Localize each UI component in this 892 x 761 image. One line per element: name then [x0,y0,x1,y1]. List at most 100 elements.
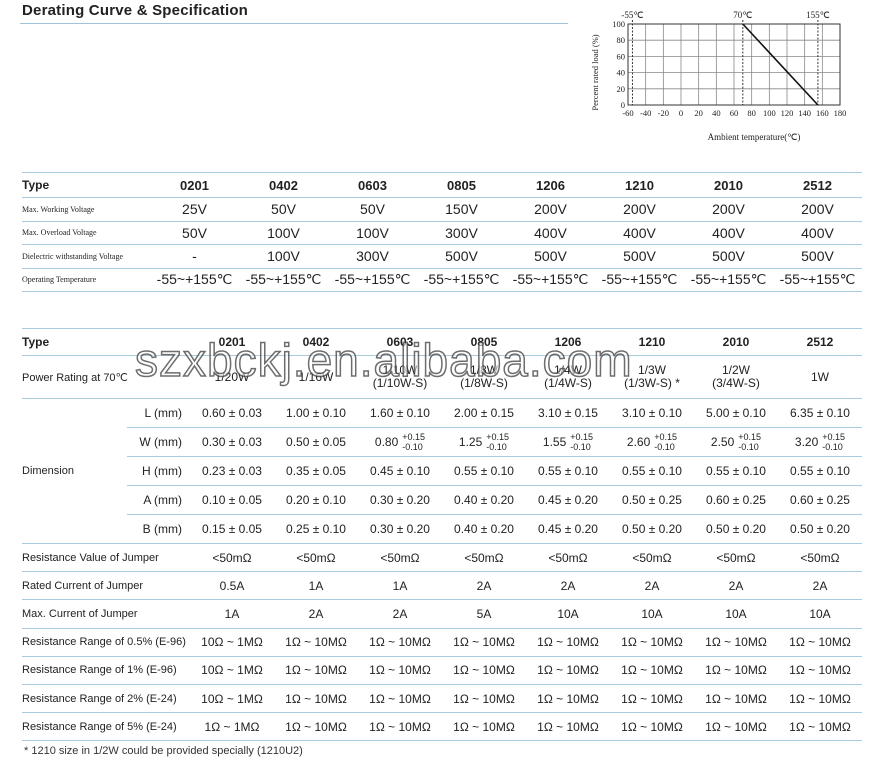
dimension-cell: 0.30 ± 0.03 [190,427,274,457]
spec-cell: 25V [150,197,239,222]
tolerance-base: 2.60 [626,435,651,449]
spec-cell: -55~+155℃ [150,268,239,292]
spec-cell: 400V [506,221,595,245]
dimension-sub-label: W (mm) [127,427,190,457]
x-tick-label: 120 [781,108,794,118]
dimension-cell: 0.50 ± 0.20 [778,514,862,544]
detail-cell: 1Ω ~ 10MΩ [526,684,610,714]
spec-cell: 400V [595,221,684,245]
spec-cell: -55~+155℃ [506,268,595,292]
detail-cell: 10A [694,599,778,629]
tolerance-plus: +0.15 [822,432,846,442]
tolerance-base: 0.30 ± 0.03 [202,435,262,449]
power-rating-main: 1/20W [214,370,250,384]
detail-size-header: 0201 [190,328,274,356]
spec-size-header: 2512 [773,172,862,198]
tolerance-minus: -0.10 [402,442,423,452]
detail-cell: 1A [358,571,442,601]
footnote: * 1210 size in 1/2W could be provided sp… [24,745,303,757]
power-rating-sub: (1/10W-S) [372,376,428,390]
power-rating-cell: 1/10W (1/10W-S) [358,355,442,399]
detail-cell: 1Ω ~ 10MΩ [694,684,778,714]
dimension-cell: 0.30 ± 0.20 [358,514,442,544]
detail-row: Resistance Range of 1% (E-96) 10Ω ~ 1MΩ 1Ω… [22,656,862,685]
dimension-cell: 5.00 ± 0.10 [694,398,778,428]
spec-cell: 500V [773,244,862,269]
detail-cell: 1Ω ~ 10MΩ [694,712,778,742]
spec-cell: 400V [684,221,773,245]
dimension-cell: 0.60 ± 0.03 [190,398,274,428]
y-tick-label: 100 [612,19,625,29]
spec-cell: 200V [506,197,595,222]
dimension-sub-label: H (mm) [127,456,190,486]
detail-cell: 10A [610,599,694,629]
tolerance-base: 0.80 [374,435,399,449]
spec-size-header: 2010 [684,172,773,198]
tolerance-plus: +0.15 [570,432,594,442]
detail-cell: 1Ω ~ 10MΩ [358,712,442,742]
dimension-sub-label: L (mm) [127,398,190,428]
dimension-cell: 0.50 ± 0.20 [694,514,778,544]
tolerance-value: 2.60 +0.15 -0.10 [627,432,677,452]
detail-cell: 2A [778,571,862,601]
spec-cell: 100V [239,221,328,245]
power-rating-sub: (1/3W-S) * [624,376,680,390]
detail-row-label: Resistance Range of 2% (E-24) [22,684,190,714]
detail-row: Resistance Range of 2% (E-24) 10Ω ~ 1MΩ 1Ω… [22,684,862,714]
dimension-cell: 3.10 ± 0.10 [610,398,694,428]
detail-cell: 2A [526,571,610,601]
detail-row-label: Resistance Range of 1% (E-96) [22,656,190,685]
x-tick-label: 100 [763,108,776,118]
dimension-row: B (mm) 0.15 ± 0.05 0.25 ± 0.10 0.30 ± 0.20 0… [22,514,862,544]
x-tick-label: 160 [816,108,829,118]
tolerance-value: 0.50 ± 0.05 [286,435,346,449]
detail-cell: <50mΩ [526,543,610,573]
spec-row: Max. Working Voltage 25V 50V 50V 150V 200V 200… [22,197,862,222]
x-tick-label: 40 [712,108,721,118]
spec-cell: 500V [684,244,773,269]
dimension-cell: 3.10 ± 0.15 [526,398,610,428]
power-rating-main: 1/16W [298,370,334,384]
power-rating-cell: 1/3W (1/3W-S) * [610,355,694,399]
dimension-cell: 2.60 +0.15 -0.10 [610,427,694,457]
dimension-cell: 0.50 ± 0.20 [610,514,694,544]
detail-row-label: Resistance Range of 5% (E-24) [22,712,190,742]
detail-size-header: 1206 [526,328,610,356]
tolerance-value: 1.55 +0.15 -0.10 [543,432,593,452]
spec-cell: -55~+155℃ [239,268,328,292]
spec-size-header: 0805 [417,172,506,198]
tolerance-minus: -0.10 [654,442,675,452]
detail-cell: 10A [526,599,610,629]
spec-cell: 100V [239,244,328,269]
tolerance-plus: +0.15 [486,432,510,442]
tolerance-value: 0.80 +0.15 -0.10 [375,432,425,452]
dimension-cell: 0.45 ± 0.20 [526,485,610,515]
detail-size-header: 0805 [442,328,526,356]
power-rating-cell: 1/20W [190,355,274,399]
power-rating-cell: 1/8W (1/8W-S) [442,355,526,399]
power-rating-value: 1/3W (1/3W-S) * [624,364,680,390]
detail-cell: 1Ω ~ 10MΩ [358,628,442,657]
spec-cell: -55~+155℃ [595,268,684,292]
spec-table: Type 0201 0402 0603 0805 1206 1210 2010 2512 Max.… [22,172,862,292]
detail-row: Rated Current of Jumper 0.5A 1A 1A 2A 2A 2A 2A 2… [22,571,862,601]
spec-cell: 200V [684,197,773,222]
detail-size-header: 0402 [274,328,358,356]
detail-cell: 1Ω ~ 10MΩ [358,684,442,714]
dimension-cell: 6.35 ± 0.10 [778,398,862,428]
y-tick-label: 60 [617,51,626,61]
derating-chart: -60 -40 -20 0 20 40 60 80 100 120 140 160 180 0 20 40 60… [585,8,885,158]
dimension-cell: 2.50 +0.15 -0.10 [694,427,778,457]
detail-cell: 1Ω ~ 10MΩ [778,684,862,714]
tolerance-range: +0.15 -0.10 [570,432,593,452]
spec-size-header: 0402 [239,172,328,198]
power-rating-main: 1W [811,370,829,384]
spec-size-header: 1206 [506,172,595,198]
dimension-row: H (mm) 0.23 ± 0.03 0.35 ± 0.05 0.45 ± 0.10 0… [22,456,862,486]
spec-cell: 100V [328,221,417,245]
power-rating-value: 1/8W (1/8W-S) [460,364,508,390]
detail-cell: 1Ω ~ 10MΩ [274,628,358,657]
y-tick-label: 20 [617,84,626,94]
power-rating-cell: 1/2W (3/4W-S) [694,355,778,399]
tolerance-range: +0.15 -0.10 [654,432,677,452]
